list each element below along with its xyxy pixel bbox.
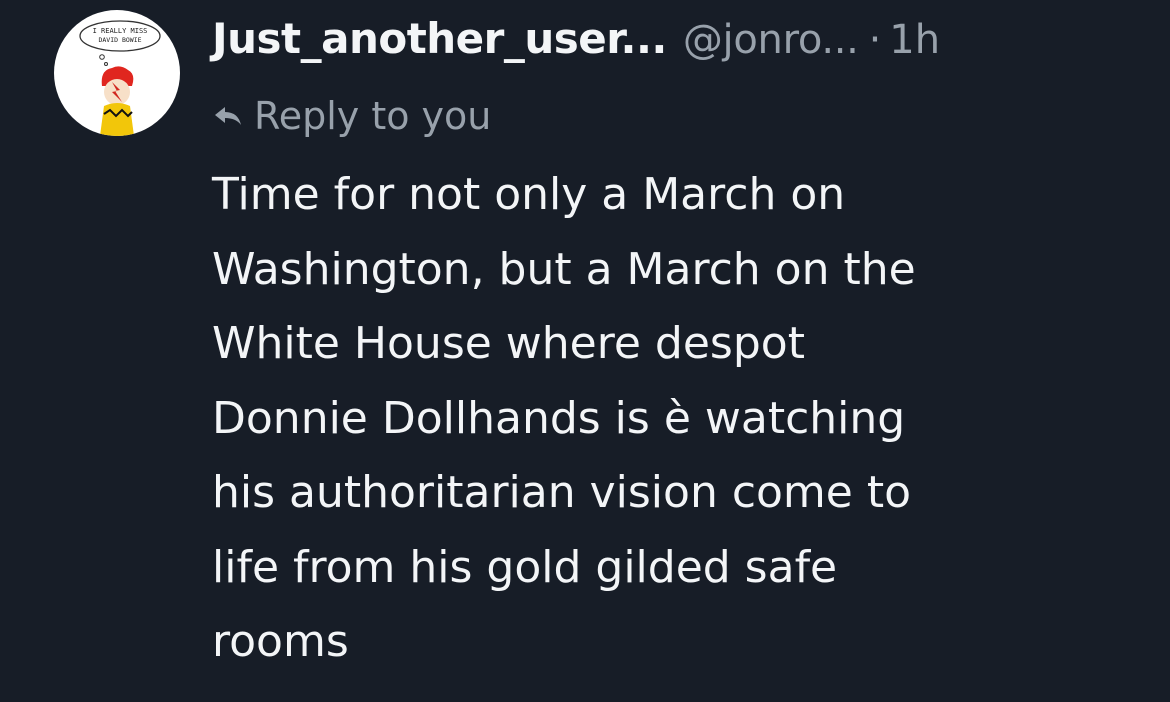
post-body-line: his authoritarian vision come to <box>212 467 912 518</box>
svg-text:DAVID BOWIE: DAVID BOWIE <box>98 36 141 44</box>
post-body-line: Washington, but a March on the <box>212 243 916 295</box>
reply-post: I REALLY MISS DAVID BOWIE Just_another_u… <box>0 0 1170 702</box>
author-handle[interactable]: @jonro... <box>683 17 859 63</box>
reply-arrow-icon <box>212 104 244 128</box>
avatar-cartoon-icon: I REALLY MISS DAVID BOWIE <box>79 20 161 136</box>
post-body-line: Donnie Dollhands is è watching <box>212 392 906 444</box>
reply-label: Reply to you <box>254 94 492 138</box>
post-timestamp[interactable]: 1h <box>889 17 940 63</box>
reply-context[interactable]: Reply to you <box>212 90 491 142</box>
author-display-name[interactable]: Just_another_user... <box>212 14 667 63</box>
post-body-line: life from his gold gilded safe <box>212 541 838 593</box>
post-body-line: rooms <box>212 616 349 667</box>
post-body-line: Time for not only a March on <box>212 169 846 220</box>
header-separator: · <box>868 17 882 63</box>
post-body-line: White House where despot <box>212 318 805 369</box>
post-body: Time for not only a March on Washington,… <box>212 158 1112 680</box>
svg-text:I REALLY MISS: I REALLY MISS <box>93 27 148 35</box>
post-header: Just_another_user... @jonro... · 1h <box>212 14 1150 74</box>
avatar[interactable]: I REALLY MISS DAVID BOWIE <box>54 10 180 136</box>
